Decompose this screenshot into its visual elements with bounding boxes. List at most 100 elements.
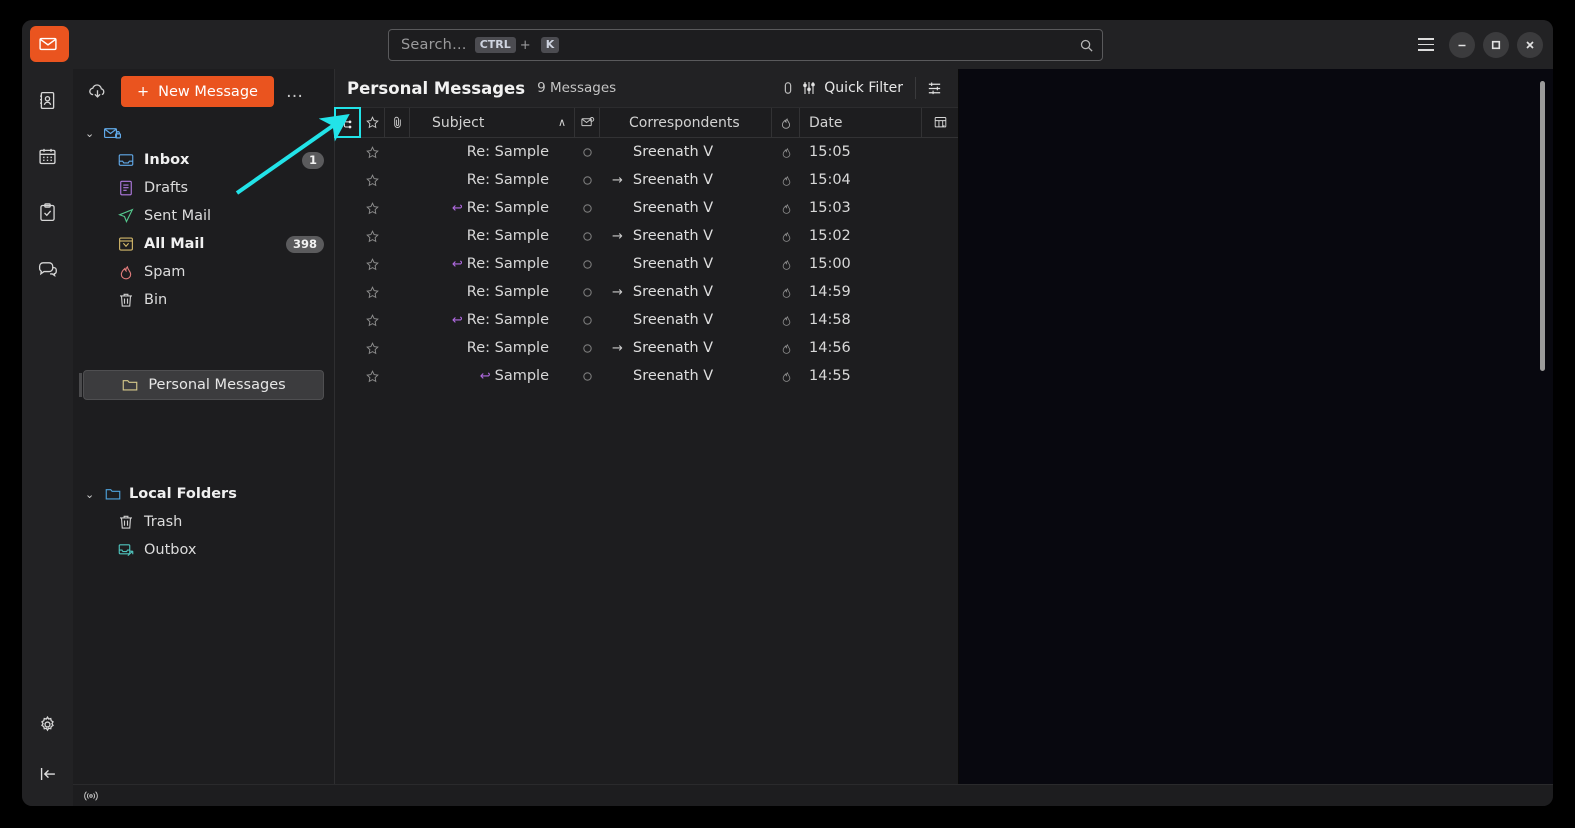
row-date: 14:58 xyxy=(809,312,851,328)
row-attachment-cell xyxy=(385,362,410,390)
sent-icon xyxy=(117,207,135,225)
read-status-icon[interactable] xyxy=(575,278,600,306)
chevron-down-icon[interactable]: ⌄ xyxy=(85,127,97,140)
spam-icon[interactable] xyxy=(772,334,800,362)
spam-icon[interactable] xyxy=(772,194,800,222)
star-icon[interactable] xyxy=(360,362,385,390)
spam-icon[interactable] xyxy=(772,166,800,194)
hamburger-menu-icon[interactable] xyxy=(1411,30,1441,60)
sidebar-item-sent-mail[interactable]: Sent Mail xyxy=(73,202,334,230)
column-header-date[interactable]: Date xyxy=(800,108,922,137)
row-attachment-cell xyxy=(385,306,410,334)
table-row[interactable]: Re: Sample→Sreenath V14:56 xyxy=(335,334,958,362)
table-row[interactable]: Re: Sample→Sreenath V15:02 xyxy=(335,222,958,250)
row-correspondent: Sreenath V xyxy=(633,144,713,160)
sidebar-item-all-mail[interactable]: All Mail 398 xyxy=(73,230,334,258)
sidebar-item-spam[interactable]: Spam xyxy=(73,258,334,286)
read-status-icon[interactable] xyxy=(575,166,600,194)
spam-icon[interactable] xyxy=(772,278,800,306)
column-header-unread[interactable] xyxy=(575,108,600,137)
rail-item-settings[interactable] xyxy=(30,706,66,742)
table-row[interactable]: Re: Sample→Sreenath V14:59 xyxy=(335,278,958,306)
spam-icon[interactable] xyxy=(772,362,800,390)
read-status-icon[interactable] xyxy=(575,362,600,390)
spam-icon[interactable] xyxy=(772,222,800,250)
star-icon[interactable] xyxy=(360,222,385,250)
row-correspondent-cell: →Sreenath V xyxy=(600,222,772,250)
row-correspondent: Sreenath V xyxy=(633,228,713,244)
minimize-button[interactable] xyxy=(1449,32,1475,58)
cloud-download-icon[interactable] xyxy=(83,78,111,106)
search-icon[interactable] xyxy=(1079,38,1094,53)
folder-more-button[interactable]: … xyxy=(284,82,307,102)
row-correspondent: Sreenath V xyxy=(633,284,713,300)
table-row[interactable]: ↩Re: SampleSreenath V14:58 xyxy=(335,306,958,334)
star-icon[interactable] xyxy=(360,278,385,306)
rail-item-mail[interactable] xyxy=(30,26,66,62)
chevron-down-icon[interactable]: ⌄ xyxy=(85,488,97,501)
column-header-attachment[interactable] xyxy=(385,108,410,137)
column-header-star[interactable] xyxy=(360,108,385,137)
quick-filter-button[interactable]: Quick Filter xyxy=(782,80,911,96)
sidebar-group-local-folders[interactable]: ⌄ Local Folders xyxy=(73,480,334,508)
row-subject: Sample xyxy=(495,368,549,384)
tree-account-root[interactable]: ⌄ xyxy=(73,120,334,146)
star-icon[interactable] xyxy=(360,334,385,362)
table-row[interactable]: ↩Re: SampleSreenath V15:00 xyxy=(335,250,958,278)
count-badge: 398 xyxy=(286,236,324,253)
display-options-button[interactable] xyxy=(920,74,948,102)
rail-item-calendar[interactable] xyxy=(30,138,66,174)
row-date: 15:04 xyxy=(809,172,851,188)
column-picker-button[interactable] xyxy=(922,108,958,137)
star-icon[interactable] xyxy=(360,138,385,166)
sidebar-item-inbox[interactable]: Inbox 1 xyxy=(73,146,334,174)
folder-open-icon xyxy=(104,485,122,503)
column-header-correspondents[interactable]: Correspondents xyxy=(600,108,772,137)
read-status-icon[interactable] xyxy=(575,250,600,278)
sidebar-item-drafts[interactable]: Drafts xyxy=(73,174,334,202)
table-row[interactable]: Re: Sample→Sreenath V15:04 xyxy=(335,166,958,194)
sidebar-item-bin[interactable]: Bin xyxy=(73,286,334,314)
broadcast-icon xyxy=(83,789,99,803)
new-message-button[interactable]: + New Message xyxy=(121,76,274,107)
star-icon[interactable] xyxy=(360,250,385,278)
rail-item-collapse-pane[interactable] xyxy=(30,756,66,792)
sidebar-item-outbox[interactable]: Outbox xyxy=(73,536,334,564)
star-icon[interactable] xyxy=(360,166,385,194)
reading-pane-scrollbar[interactable] xyxy=(1540,81,1545,371)
table-row[interactable]: ↩Re: SampleSreenath V15:03 xyxy=(335,194,958,222)
sidebar-item-label: Personal Messages xyxy=(148,377,285,393)
close-button[interactable] xyxy=(1517,32,1543,58)
read-status-icon[interactable] xyxy=(575,334,600,362)
column-header-subject[interactable]: Subject ∧ xyxy=(410,108,575,137)
sort-ascending-icon: ∧ xyxy=(558,116,566,129)
rail-item-chat[interactable] xyxy=(30,250,66,286)
rail-item-tasks[interactable] xyxy=(30,194,66,230)
table-row[interactable]: Re: SampleSreenath V15:05 xyxy=(335,138,958,166)
row-date-cell: 14:58 xyxy=(800,306,958,334)
row-thread-cell xyxy=(335,250,360,278)
sidebar-item-trash[interactable]: Trash xyxy=(73,508,334,536)
row-thread-cell xyxy=(335,362,360,390)
star-icon[interactable] xyxy=(360,306,385,334)
search-input[interactable]: Search… CTRL + K xyxy=(388,29,1103,61)
column-header-spam[interactable] xyxy=(772,108,800,137)
table-row[interactable]: ↩SampleSreenath V14:55 xyxy=(335,362,958,390)
rail-item-address-book[interactable] xyxy=(30,82,66,118)
row-thread-cell xyxy=(335,306,360,334)
spam-icon[interactable] xyxy=(772,306,800,334)
outbox-icon xyxy=(117,541,135,559)
spam-icon[interactable] xyxy=(772,138,800,166)
maximize-button[interactable] xyxy=(1483,32,1509,58)
spam-icon[interactable] xyxy=(772,250,800,278)
column-header-thread[interactable] xyxy=(335,108,360,137)
read-status-icon[interactable] xyxy=(575,222,600,250)
read-status-icon[interactable] xyxy=(575,194,600,222)
sidebar-item-label: Outbox xyxy=(144,542,197,558)
star-icon[interactable] xyxy=(360,194,385,222)
read-status-icon[interactable] xyxy=(575,306,600,334)
sidebar-item-personal-messages[interactable]: Personal Messages xyxy=(83,370,324,400)
read-status-icon[interactable] xyxy=(575,138,600,166)
row-subject-cell: Re: Sample xyxy=(410,278,575,306)
app-window: Search… CTRL + K xyxy=(22,20,1553,806)
